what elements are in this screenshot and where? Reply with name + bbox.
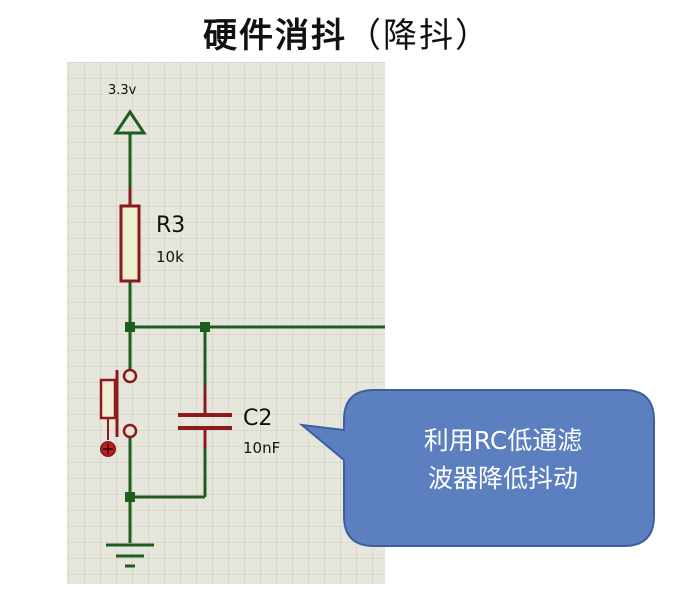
resistor-value: 10k [156,248,184,266]
capacitor-name: C2 [243,406,272,431]
junction-dot [125,322,135,332]
callout-line-1: 利用RC低通滤 [423,426,583,455]
junction-dot [125,492,135,502]
grid-lines [67,62,385,584]
resistor-name: R3 [156,213,185,238]
supply-label: 3.3v [108,83,137,98]
junction-dot [200,322,210,332]
capacitor-value: 10nF [243,439,280,457]
callout-text: 利用RC低通滤 波器降低抖动 [372,422,634,498]
switch-actuator-icon [100,441,116,457]
schematic-diagram: 3.3v R3 10k C2 10nF [67,62,655,584]
callout-line-2: 波器降低抖动 [427,464,578,493]
